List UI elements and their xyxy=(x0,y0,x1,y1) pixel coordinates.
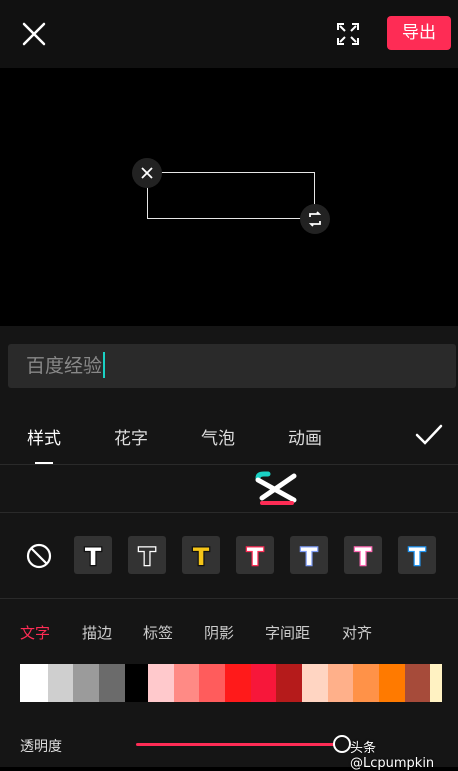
color-swatch[interactable] xyxy=(276,664,303,702)
divider xyxy=(0,512,458,513)
subtab-stroke[interactable]: 描边 xyxy=(82,622,112,643)
color-swatch[interactable] xyxy=(250,664,277,702)
color-swatch[interactable] xyxy=(404,664,431,702)
watermark-text: 头条 @Lcpumpkin xyxy=(350,741,435,771)
text-style-preset[interactable]: T xyxy=(74,536,112,574)
text-style-t-icon: T xyxy=(138,542,158,573)
text-input-value: 百度经验 xyxy=(26,355,103,377)
text-style-t-icon: T xyxy=(246,542,266,573)
tab-fancy-text[interactable]: 花字 xyxy=(114,424,148,449)
color-swatch[interactable] xyxy=(302,664,328,702)
opacity-slider-knob[interactable] xyxy=(332,735,351,753)
opacity-slider-track[interactable] xyxy=(136,743,346,746)
color-swatch[interactable] xyxy=(378,664,405,702)
color-swatch[interactable] xyxy=(47,664,74,702)
export-button[interactable]: 导出 xyxy=(387,16,451,50)
none-icon[interactable] xyxy=(26,543,52,569)
text-style-preset[interactable]: T xyxy=(344,536,382,574)
color-swatch[interactable] xyxy=(173,664,200,702)
color-swatch[interactable] xyxy=(225,664,251,702)
color-swatch[interactable] xyxy=(327,664,354,702)
color-swatch[interactable] xyxy=(430,664,443,702)
text-style-t-icon: T xyxy=(192,542,212,573)
color-swatch[interactable] xyxy=(98,664,125,702)
close-icon[interactable] xyxy=(20,20,48,48)
color-swatch[interactable] xyxy=(199,664,226,702)
svg-text:T: T xyxy=(139,543,156,571)
textbox-rotate-button[interactable] xyxy=(300,204,330,234)
subtab-label[interactable]: 标签 xyxy=(143,622,173,643)
text-style-preset[interactable]: T xyxy=(398,536,436,574)
svg-text:T: T xyxy=(409,543,426,571)
fullscreen-icon[interactable] xyxy=(336,22,360,46)
text-style-preset[interactable]: T xyxy=(290,536,328,574)
color-swatch[interactable] xyxy=(353,664,379,702)
text-bounding-box[interactable] xyxy=(147,172,315,219)
color-swatch[interactable] xyxy=(148,664,174,702)
tab-bubble[interactable]: 气泡 xyxy=(201,424,235,449)
capcut-logo-icon xyxy=(255,471,297,505)
text-style-t-icon: T xyxy=(354,542,374,573)
textbox-delete-button[interactable] xyxy=(132,158,162,188)
opacity-label: 透明度 xyxy=(20,739,62,755)
tab-style[interactable]: 样式 xyxy=(27,424,61,449)
close-icon xyxy=(141,167,153,179)
tab-animation[interactable]: 动画 xyxy=(288,424,322,449)
svg-text:T: T xyxy=(355,543,372,571)
svg-text:T: T xyxy=(247,543,264,571)
subtab-align[interactable]: 对齐 xyxy=(342,622,372,643)
text-style-t-icon: T xyxy=(84,542,104,573)
text-caret xyxy=(103,351,106,378)
text-style-preset[interactable]: T xyxy=(236,536,274,574)
text-style-t-icon: T xyxy=(300,542,320,573)
text-input[interactable]: 百度经验 xyxy=(8,344,456,388)
color-swatch[interactable] xyxy=(73,664,99,702)
divider xyxy=(0,464,458,465)
top-bar: 导出 xyxy=(0,0,458,68)
svg-text:T: T xyxy=(193,543,210,571)
svg-text:T: T xyxy=(301,543,318,571)
color-swatch[interactable] xyxy=(20,664,48,702)
subtab-letter-spacing[interactable]: 字间距 xyxy=(265,622,310,643)
rotate-scale-icon xyxy=(308,211,322,227)
color-swatch[interactable] xyxy=(124,664,149,702)
text-style-preset[interactable]: T xyxy=(128,536,166,574)
subtab-text[interactable]: 文字 xyxy=(20,622,50,643)
text-style-t-icon: T xyxy=(408,542,428,573)
text-style-preset[interactable]: T xyxy=(182,536,220,574)
subtab-shadow[interactable]: 阴影 xyxy=(204,622,234,643)
check-icon[interactable] xyxy=(414,422,444,448)
svg-text:T: T xyxy=(85,543,102,571)
divider xyxy=(0,598,458,599)
color-palette xyxy=(20,664,443,702)
